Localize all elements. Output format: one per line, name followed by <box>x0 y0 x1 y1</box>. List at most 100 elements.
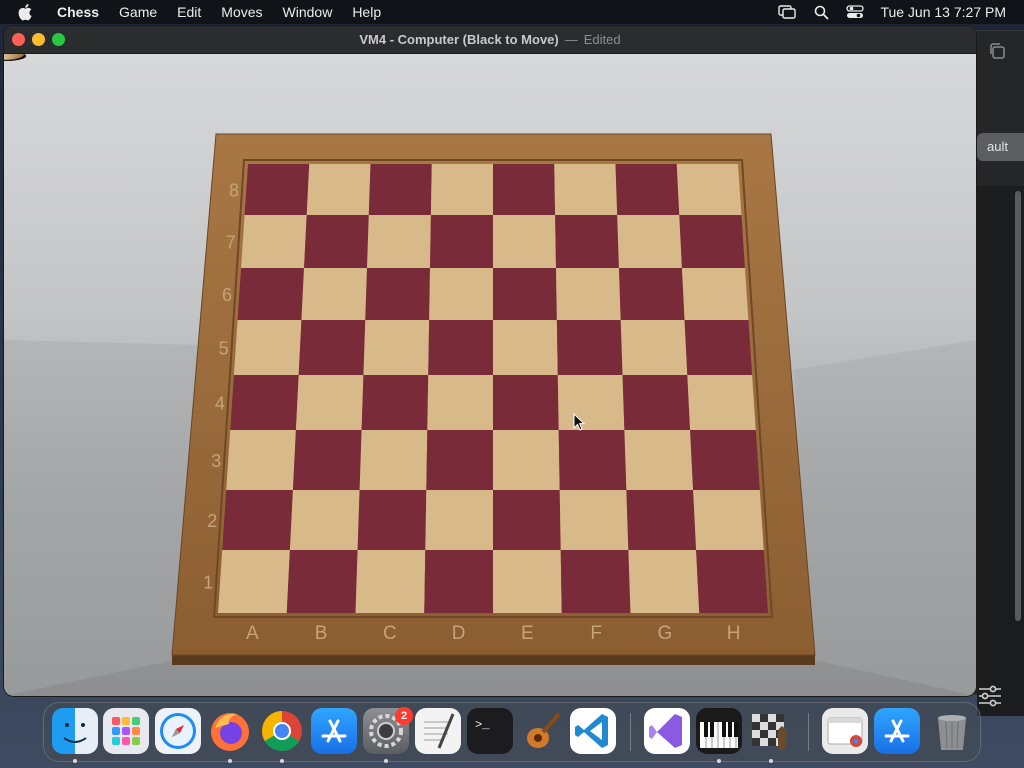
board-square-g7 <box>617 215 682 268</box>
floor-right <box>794 340 976 696</box>
launchpad-icon[interactable] <box>103 708 149 754</box>
minimize-window-button[interactable] <box>32 33 45 46</box>
control-center-icon[interactable] <box>844 3 866 21</box>
board-square-c4 <box>361 375 429 430</box>
vscode-icon[interactable] <box>570 708 616 754</box>
board-square-b4 <box>295 375 364 430</box>
board-square-h3 <box>690 430 760 490</box>
board-square-d7 <box>430 215 493 268</box>
rank-label-8: 8 <box>229 181 239 201</box>
file-label-B: B <box>315 623 328 644</box>
file-label-E: E <box>521 623 534 644</box>
file-label-G: G <box>657 623 672 644</box>
dock-separator <box>630 713 631 751</box>
app-store-icon[interactable] <box>311 708 357 754</box>
spotlight-search-icon[interactable] <box>810 3 832 21</box>
garageband-icon[interactable] <box>519 708 565 754</box>
zoom-window-button[interactable] <box>52 33 65 46</box>
close-window-button[interactable] <box>12 33 25 46</box>
running-indicator <box>280 759 284 763</box>
system-settings-icon[interactable]: 2 <box>363 707 413 754</box>
board-square-a5 <box>233 320 302 375</box>
menu-edit[interactable]: Edit <box>167 0 211 24</box>
menu-bar-clock[interactable]: Tue Jun 13 7:27 PM <box>880 4 1006 20</box>
board-square-h5 <box>684 320 753 375</box>
default-button[interactable]: ault <box>977 133 1024 161</box>
board-square-c5 <box>363 320 430 375</box>
rank-label-2: 2 <box>207 511 217 531</box>
chrome-apps-folder-icon[interactable] <box>822 708 868 754</box>
menu-moves[interactable]: Moves <box>211 0 272 24</box>
chess-board[interactable]: 8 7 6 5 4 3 2 1 A B C D E F G H <box>4 54 976 696</box>
board-square-f3 <box>558 430 627 490</box>
menu-game[interactable]: Game <box>109 0 167 24</box>
apple-logo-icon[interactable] <box>18 3 36 21</box>
title-separator: — <box>564 32 578 47</box>
board-square-b3 <box>292 430 362 490</box>
board-square-e2 <box>493 490 561 550</box>
board-square-c7 <box>367 215 431 268</box>
board-square-h7 <box>679 215 745 268</box>
applications-folder-icon[interactable] <box>874 708 920 754</box>
window-title: VM4 - Computer (Black to Move) <box>359 32 559 47</box>
board-square-f8 <box>554 164 618 215</box>
screen-mirroring-icon[interactable] <box>776 3 798 21</box>
board-square-e5 <box>493 320 558 375</box>
sliders-icon[interactable] <box>977 683 1003 709</box>
board-square-g4 <box>622 375 691 430</box>
board-square-f4 <box>557 375 625 430</box>
board-square-f7 <box>555 215 619 268</box>
board-square-a1 <box>218 550 290 613</box>
safari-icon[interactable] <box>155 708 201 754</box>
running-indicator <box>228 759 232 763</box>
board-square-d2 <box>425 490 493 550</box>
running-indicator <box>73 759 77 763</box>
piano-icon[interactable] <box>696 708 742 754</box>
rank-label-3: 3 <box>211 451 221 471</box>
chrome-icon[interactable] <box>259 708 305 754</box>
board-square-b8 <box>306 164 371 215</box>
board-square-c6 <box>365 268 431 320</box>
board-square-c2 <box>357 490 427 550</box>
copy-icon[interactable] <box>987 41 1007 61</box>
chess-icon[interactable] <box>748 708 794 754</box>
board-square-d8 <box>430 164 493 215</box>
textedit-icon[interactable] <box>415 708 461 754</box>
board-square-b7 <box>304 215 369 268</box>
scrollbar[interactable] <box>1015 191 1021 621</box>
board-square-b5 <box>298 320 366 375</box>
white-rook-h1[interactable] <box>4 54 26 61</box>
visual-studio-icon[interactable] <box>644 708 690 754</box>
firefox-icon[interactable] <box>207 708 253 754</box>
board-square-a3 <box>226 430 296 490</box>
board-square-d1 <box>424 550 493 613</box>
board-square-d6 <box>429 268 493 320</box>
file-label-C: C <box>383 623 397 644</box>
board-square-a7 <box>241 215 307 268</box>
notification-badge: 2 <box>395 707 413 725</box>
board-square-f6 <box>555 268 621 320</box>
rank-label-7: 7 <box>226 233 236 253</box>
window-title-bar[interactable]: VM4 - Computer (Black to Move) — Edited <box>4 26 976 54</box>
board-square-h1 <box>696 550 768 613</box>
board-square-a8 <box>244 164 310 215</box>
board-frame-edge <box>172 655 815 665</box>
terminal-icon[interactable]: >_ <box>467 708 513 754</box>
chess-scene: 8 7 6 5 4 3 2 1 A B C D E F G H <box>4 54 976 696</box>
finder-icon[interactable] <box>52 708 98 754</box>
trash-icon[interactable] <box>929 708 975 754</box>
rank-label-5: 5 <box>219 339 229 359</box>
board-square-e6 <box>493 268 557 320</box>
board-square-g6 <box>618 268 685 320</box>
svg-text:>_: >_ <box>475 718 490 732</box>
menu-help[interactable]: Help <box>342 0 391 24</box>
rank-label-4: 4 <box>215 394 225 414</box>
board-square-a2 <box>222 490 293 550</box>
running-indicator <box>769 759 773 763</box>
menu-window[interactable]: Window <box>273 0 343 24</box>
file-label-H: H <box>727 623 741 644</box>
menu-app-chess[interactable]: Chess <box>47 0 109 24</box>
board-square-h2 <box>693 490 764 550</box>
board-square-a4 <box>230 375 299 430</box>
board-square-a6 <box>237 268 305 320</box>
